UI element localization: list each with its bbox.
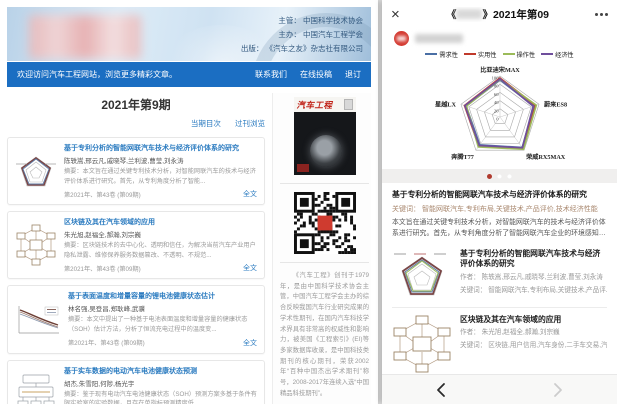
chevron-right-icon[interactable] [500,382,617,398]
credit-line: 出版： 《汽车之友》杂志社有限公司 [241,42,363,56]
radar-axis-label: 奔腾T77 [450,153,474,161]
article-title-link[interactable]: 基于实车数据的电动汽车电池健康状态预测 [64,366,257,376]
legend-item: 实用性 [464,50,497,59]
article-volume: 第2021年、第43卷 (第09期) [64,190,141,199]
fulltext-link[interactable]: 全文 [243,263,257,273]
article-card[interactable]: 区块链及其在汽车领域的应用 朱光旭,赵福全,郝瀚,刘宗巍 摘要：区块链技术的去中… [7,211,265,279]
sidebar-divider [280,183,369,184]
account-row[interactable] [382,28,617,48]
article-abstract: 摘要：区块链技术的去中心化、透明和信任，为解决当前汽车产业用户隐私泄露、维修保养… [64,241,257,260]
issue-article-list: 2021年第9期 当期目次 过刊浏览 基于专利分析的智能网联汽车技术与经济 [7,93,272,404]
carousel-dot[interactable] [507,174,512,179]
contact-us-link[interactable]: 联系我们 [255,69,287,80]
credit-line: 主办： 中国汽车工程学会 [241,28,363,42]
chevron-left-icon[interactable] [382,382,500,398]
article-authors: 林名强,吴登昌,郑耿峰,武骥 [68,303,257,313]
line-chart-thumbnail [15,304,61,336]
close-icon[interactable]: × [391,7,407,22]
credit-line: 主管： 中国科学技术协会 [241,14,363,28]
cover-wheel-photo [310,135,342,167]
article-title[interactable]: 基于专利分析的智能网联汽车技术与经济评价体系的研究 [460,249,607,270]
journal-cover-image[interactable]: 汽车工程 [294,97,356,175]
article-title-link[interactable]: 基于表面温度和增量容量的锂电池健康状态估计 [68,291,257,301]
cover-corner-tag [297,164,309,172]
chart-legend: 需求性实用性操作性经济性 [393,48,607,60]
block-diagram-thumbnail [15,373,57,404]
radar-chart: 需求性实用性操作性经济性 020406080100比亚迪宋MAX蔚来ES8荣威R… [393,48,607,169]
site-nav-bar: 欢迎访问汽车工程网站，浏览更多精彩文章。 联系我们 在线投稿 退订 [7,62,371,87]
legend-item: 需求性 [425,50,458,59]
phone-article-card[interactable]: 基于专利分析的智能网联汽车技术与经济评价体系的研究 作者： 陈轶嵩,邢云凡,戚晓… [392,242,607,307]
radar-chart-thumbnail [392,249,452,301]
carousel-dot[interactable] [497,174,502,179]
article-title-link[interactable]: 区块链及其在汽车领域的应用 [64,217,257,227]
account-avatar [394,31,409,46]
phone-header-bar: × 《》2021年第09 [382,0,617,28]
article-authors: 陈轶嵩,邢云凡,戚晓琴,兰利波,曹莹,刘永涛 [64,155,257,165]
article-abstract: 摘要：鉴于现有电动汽车电池健康状态（SOH）预测方案多基于条件有限实验室的实验数… [64,390,257,404]
carousel-dot[interactable] [487,174,492,179]
online-submission-link[interactable]: 在线投稿 [300,69,332,80]
legend-item: 经济性 [541,50,574,59]
radar-axis-label: 星越LX [435,100,457,108]
radar-chart-thumbnail [15,150,57,192]
phone-article-card[interactable]: 区块链及其在汽车领域的应用 作者： 朱光旭,赵福全,郝瀚,刘宗巍 关键词： 区块… [392,307,607,379]
featured-article-keywords: 关键词： 智能网联汽车,专利布局,关键技术,产品评价,技术经济性能 [392,204,607,214]
article-title-link[interactable]: 基于专利分析的智能网联汽车技术与经济评价体系的研究 [64,143,257,153]
wechat-article-panel: × 《》2021年第09 需求性实用性操作性经济性 020406080100比亚… [382,0,617,404]
article-authors: 作者： 朱光旭,赵福全,郝瀚,刘宗巍 [460,328,607,338]
article-keywords: 关键词： 智能网联汽车,专利布局,关键技术,产品评... [460,286,607,296]
blockchain-network-thumbnail [392,315,452,373]
welcome-text: 欢迎访问汽车工程网站，浏览更多精彩文章。 [17,69,242,80]
carousel-dots [382,169,617,183]
article-abstract: 摘要：本文旨在通过关键专利技术分析，对智能网联汽车的技术与经济评价体系进行研究。… [64,167,257,186]
article-volume: 第2021年、第43卷 (第09期) [68,338,145,347]
article-authors: 朱光旭,赵福全,郝瀚,刘宗巍 [64,229,257,239]
featured-article-abstract: 本文旨在通过关键专利技术分析，对智能网联汽车的技术与经济评价体系进行研究。首先，… [392,217,607,239]
article-volume: 第2021年、第43卷 (第09期) [64,264,141,273]
journal-cover-name: 汽车工程 [297,99,344,111]
article-card[interactable]: 基于表面温度和增量容量的锂电池健康状态估计 林名强,吴登昌,郑耿峰,武骥 摘要：… [7,285,265,353]
radar-axis-label: 比亚迪宋MAX [480,66,520,74]
article-authors: 作者： 陈轶嵩,邢云凡,戚晓琴,兰利波,曹莹,刘永涛 [460,273,607,283]
more-icon[interactable] [588,13,608,16]
article-card[interactable]: 基于实车数据的电动汽车电池健康状态预测 胡杰,朱雪阳,何陟,杨光宇 摘要：鉴于现… [7,360,265,404]
fulltext-link[interactable]: 全文 [243,338,257,348]
site-logo-redacted [29,15,141,59]
journal-credits: 主管： 中国科学技术协会 主办： 中国汽车工程学会 出版： 《汽车之友》杂志社有… [241,14,363,56]
article-card[interactable]: 基于专利分析的智能网联汽车技术与经济评价体系的研究 陈轶嵩,邢云凡,戚晓琴,兰利… [7,137,265,205]
article-keywords: 关键词： 区块链,用户信用,汽车身份,二手车交易,汽... [460,341,607,351]
radar-axis-label: 荣威RX5MAX [525,153,566,161]
legend-item: 操作性 [503,50,536,59]
account-name-redacted [415,34,463,43]
journal-website-panel: 主管： 中国科学技术协会 主办： 中国汽车工程学会 出版： 《汽车之友》杂志社有… [0,0,378,404]
svg-text:20: 20 [493,108,498,113]
article-page-title: 《》2021年第09 [407,7,588,22]
article-abstract: 摘要：本文中提出了一种基于电池表面温度和增量容量的健康状态（SOH）估计方法，分… [68,315,257,334]
cover-issue-box [344,99,353,110]
featured-article-section: 基于专利分析的智能网联汽车技术与经济评价体系的研究 关键词： 智能网联汽车,专利… [382,183,617,242]
phone-bottom-nav [382,374,617,404]
svg-text:40: 40 [493,100,498,105]
site-sidebar: 汽车工程 《汽车工程》创刊于1979年，是由中国科学技术协会主管，中国汽车工程学… [272,93,371,404]
qr-code [294,192,356,254]
blockchain-network-thumbnail [15,224,57,266]
unsubscribe-link[interactable]: 退订 [345,69,361,80]
article-authors: 胡杰,朱雪阳,何陟,杨光宇 [64,378,257,388]
sidebar-divider [280,262,369,263]
current-issue-toc-link[interactable]: 当期目次 [191,119,221,128]
issue-title: 2021年第9期 [7,93,265,118]
past-issues-link[interactable]: 过刊浏览 [235,119,265,128]
fulltext-link[interactable]: 全文 [243,189,257,199]
article-title[interactable]: 区块链及其在汽车领域的应用 [460,315,607,326]
title-redacted-segment [456,9,482,19]
svg-text:60: 60 [493,92,498,97]
journal-introduction: 《汽车工程》创刊于1979年，是由中国科学技术协会主管，中国汽车工程学会主办的综… [280,271,369,399]
radar-axis-label: 蔚来ES8 [544,100,567,108]
site-header-banner: 主管： 中国科学技术协会 主办： 中国汽车工程学会 出版： 《汽车之友》杂志社有… [7,7,371,61]
featured-article-title[interactable]: 基于专利分析的智能网联汽车技术与经济评价体系的研究 [392,190,607,201]
